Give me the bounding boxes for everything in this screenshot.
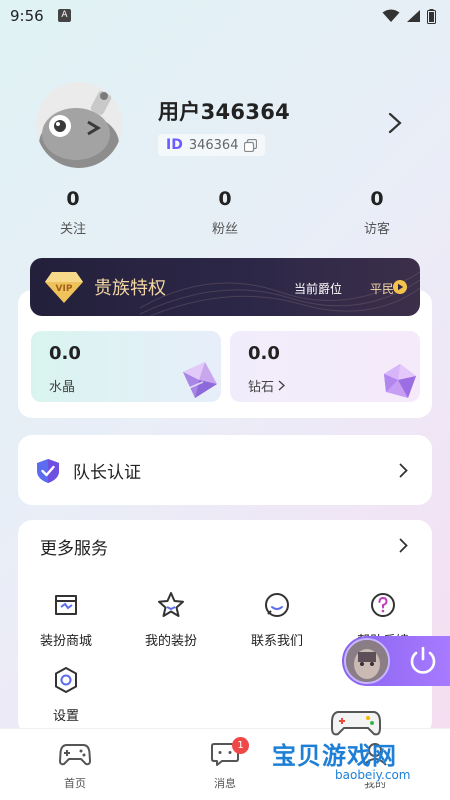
- service-settings[interactable]: 设置: [21, 665, 111, 724]
- stat-fans-label: 粉丝: [211, 222, 238, 237]
- avatar[interactable]: [36, 82, 122, 168]
- diamond-label: 钻石: [248, 376, 286, 395]
- status-indicator: A: [58, 9, 71, 22]
- stats-row: 0 关注 0 粉丝 0 访客: [0, 188, 450, 248]
- service-label: 设置: [52, 709, 79, 724]
- crystal-label: 水晶: [49, 376, 75, 395]
- floating-room-widget[interactable]: [342, 636, 450, 686]
- diamond-tile[interactable]: 0.0 钻石: [230, 331, 420, 402]
- noble-rank-value: 平民: [370, 282, 395, 296]
- stat-fans-value: 0: [218, 188, 232, 210]
- chevron-right-icon[interactable]: [399, 538, 408, 553]
- shop-icon: [55, 595, 77, 615]
- play-icon[interactable]: [393, 280, 407, 294]
- status-time: 9:56: [10, 7, 44, 25]
- settings-icon: [55, 667, 77, 693]
- gamepad-icon: [59, 744, 91, 766]
- crystal-tile[interactable]: 0.0 水晶: [31, 331, 221, 402]
- profile-chevron-right-icon[interactable]: [388, 112, 402, 134]
- room-avatar-icon: [346, 640, 388, 682]
- captain-certification-row[interactable]: 队长认证: [18, 435, 432, 505]
- copy-icon[interactable]: [244, 138, 258, 152]
- diamond-label-text: 钻石: [248, 380, 275, 395]
- user-id-chip[interactable]: ID 346364: [158, 134, 266, 156]
- watermark-title: 宝贝游戏网: [272, 742, 397, 770]
- power-icon[interactable]: [406, 644, 440, 678]
- service-dress-shop[interactable]: 装扮商城: [21, 590, 111, 649]
- gamepad-logo-icon: [331, 711, 381, 736]
- stat-visitors-label: 访客: [363, 222, 390, 237]
- signal-icon: [407, 10, 420, 22]
- user-id-value: 346364: [188, 137, 239, 153]
- crystal-gem-icon: [183, 362, 217, 398]
- captain-certification-label: 队长认证: [73, 463, 141, 483]
- vip-diamond-icon: VIP: [45, 272, 83, 303]
- diamond-value: 0.0: [248, 343, 280, 364]
- chevron-right-icon: [278, 380, 286, 391]
- watermark-url: baobeiy.com: [332, 768, 414, 782]
- wifi-icon: [382, 9, 400, 22]
- floating-avatar[interactable]: [344, 638, 390, 684]
- stat-following-label: 关注: [59, 222, 86, 237]
- crystal-value: 0.0: [49, 343, 81, 364]
- watermark-logo: 宝贝游戏网 baobeiy.com: [272, 698, 440, 798]
- service-label: 联系我们: [250, 634, 303, 649]
- nav-home[interactable]: 首页: [40, 741, 110, 791]
- noble-privilege-bar[interactable]: VIP 贵族特权 当前爵位 平民: [30, 258, 420, 316]
- noble-rank-label: 当前爵位: [294, 282, 343, 296]
- vip-badge-text: VIP: [56, 284, 73, 294]
- service-label: 装扮商城: [39, 634, 92, 649]
- service-my-dress[interactable]: 我的装扮: [126, 590, 216, 649]
- nav-messages-label: 消息: [214, 777, 236, 790]
- service-label: 我的装扮: [144, 634, 197, 649]
- status-bar: 9:56 A: [0, 0, 450, 32]
- star-icon: [158, 592, 184, 617]
- username: 用户346364: [158, 100, 291, 124]
- nav-home-label: 首页: [64, 777, 86, 790]
- default-avatar-icon: [36, 82, 122, 168]
- crystal-label-text: 水晶: [49, 380, 76, 395]
- id-badge: ID: [166, 137, 183, 153]
- stat-visitors[interactable]: 0 访客: [327, 188, 427, 237]
- chat-icon: [265, 593, 289, 617]
- message-count-badge: 1: [232, 737, 249, 754]
- battery-icon: [427, 8, 436, 24]
- stat-following[interactable]: 0 关注: [23, 188, 123, 237]
- shield-check-icon: [37, 459, 59, 483]
- stat-fans[interactable]: 0 粉丝: [175, 188, 275, 237]
- service-contact-us[interactable]: 联系我们: [232, 590, 322, 649]
- nav-messages[interactable]: 1 消息: [190, 737, 260, 791]
- noble-title: 贵族特权: [94, 278, 166, 299]
- stat-following-value: 0: [66, 188, 80, 210]
- stat-visitors-value: 0: [370, 188, 384, 210]
- more-services-title: 更多服务: [40, 539, 108, 559]
- help-icon: [371, 593, 395, 617]
- diamond-gem-icon: [384, 364, 416, 398]
- chevron-right-icon: [399, 463, 408, 478]
- status-icons: [382, 8, 436, 24]
